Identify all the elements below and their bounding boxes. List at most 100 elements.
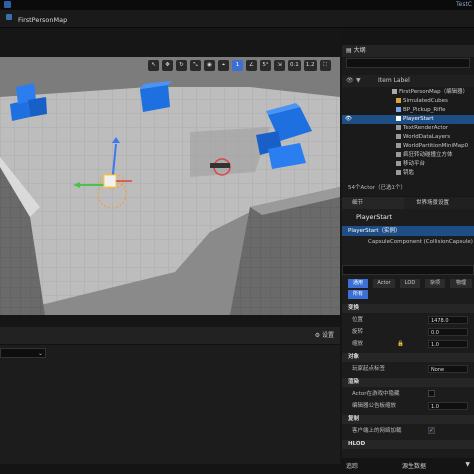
level-icon: [392, 89, 397, 94]
scale-icon[interactable]: ⤡: [190, 60, 201, 71]
bottom-settings-button[interactable]: ⚙ 设置: [315, 327, 334, 345]
row-label: TextRenderActor: [403, 125, 449, 131]
outliner-row-minimap[interactable]: WorldPartitionMiniMap0: [342, 142, 474, 151]
section-hlod[interactable]: HLOD: [342, 440, 474, 449]
scale-x-field[interactable]: 1.0: [428, 340, 468, 348]
title-bar: TestC: [0, 0, 474, 10]
bottom-panel-header: ⚙ 设置: [0, 327, 340, 345]
bottom-panel: [0, 327, 340, 474]
outliner-search-input[interactable]: [346, 58, 470, 68]
filter-lod[interactable]: LOD: [400, 279, 420, 288]
row-label: 钥匙: [403, 170, 415, 176]
filter-misc[interactable]: 杂项: [425, 279, 445, 288]
prop-label: 玩家起点标签: [352, 366, 386, 372]
section-replication[interactable]: 复制: [342, 415, 474, 424]
select-mode-icon[interactable]: ↖: [148, 60, 159, 71]
section-transform[interactable]: 变换: [342, 304, 474, 313]
status-bar: 追踪 源生数据 ▼: [342, 458, 474, 474]
actor-icon: [396, 116, 401, 121]
filter-general[interactable]: 通用: [348, 279, 368, 288]
component-capsule[interactable]: CapsuleComponent (CollisionCapsule): [342, 237, 474, 247]
bottom-dropdown[interactable]: ⌄: [0, 348, 46, 358]
sort-arrow-icon[interactable]: ▼: [356, 75, 361, 87]
visibility-column-icon[interactable]: 👁: [346, 75, 354, 87]
row-label: PlayerStart: [403, 116, 434, 122]
lock-icon[interactable]: 🔒: [397, 339, 404, 349]
actor-icon: [396, 161, 401, 166]
scale-snap-value[interactable]: 0.1: [288, 60, 301, 71]
world-space-icon[interactable]: ◉: [204, 60, 215, 71]
row-label: SimulatedCubes: [403, 98, 448, 104]
prop-billboard-scale: 编辑器公告板缩放 1.0: [342, 401, 474, 411]
row-label: BP_Pickup_Rifle: [403, 107, 446, 113]
section-rendering[interactable]: 渲染: [342, 378, 474, 387]
level-tab-bar: FirstPersonMap: [0, 10, 474, 28]
status-dropdown[interactable]: ▼: [465, 461, 470, 468]
surface-snap-icon[interactable]: ⌖: [218, 60, 229, 71]
project-name: TestC: [455, 1, 472, 8]
actor-icon: [396, 134, 401, 139]
location-x-field[interactable]: 1478.0: [428, 316, 468, 324]
section-object[interactable]: 对象: [342, 353, 474, 362]
filter-all[interactable]: 所有: [348, 290, 368, 299]
outliner-icon: ▤: [346, 47, 354, 54]
outliner-row-rotating-cube[interactable]: 疯狂转动碰撞立方体: [342, 151, 474, 160]
outliner-actor-count: 54个Actor（已选1个）: [348, 185, 406, 191]
row-label: WorldDataLayers: [403, 134, 451, 140]
component-root[interactable]: PlayerStart（实例）: [342, 226, 474, 236]
player-start-tag-field[interactable]: None: [428, 365, 468, 373]
grid-snap-toggle[interactable]: 1: [232, 60, 243, 71]
outliner-row-simulatedcubes[interactable]: SimulatedCubes: [342, 97, 474, 106]
actor-icon: [396, 107, 401, 112]
chevron-down-icon: ⌄: [37, 350, 43, 357]
actor-icon: [396, 125, 401, 130]
tab-details[interactable]: 细节: [342, 197, 404, 209]
net-load-checkbox[interactable]: ✓: [428, 427, 435, 434]
filter-actor[interactable]: Actor: [373, 279, 395, 288]
outliner-row-key[interactable]: 钥匙: [342, 169, 474, 178]
settings-label: 设置: [321, 332, 334, 339]
prop-scale: 缩放 🔒 1.0: [342, 339, 474, 349]
prop-label: 编辑器公告板缩放: [352, 403, 397, 409]
outliner-row-moving-platform[interactable]: 移动平台: [342, 160, 474, 169]
prop-location: 位置 1478.0: [342, 315, 474, 325]
scale-snap-icon[interactable]: ⇲: [274, 60, 285, 71]
add-data-button[interactable]: 源生数据: [402, 461, 426, 470]
column-item-label[interactable]: Item Label: [378, 75, 410, 87]
filter-physics[interactable]: 物理: [450, 279, 472, 288]
outliner-row-playerstart[interactable]: 👁 PlayerStart: [342, 115, 474, 124]
actor-icon: [396, 170, 401, 175]
rotate-icon[interactable]: ↻: [176, 60, 187, 71]
row-label: FirstPersonMap（编辑器）: [399, 89, 469, 95]
outliner-title: ▤ 大纲: [342, 45, 474, 57]
level-icon: [6, 14, 12, 20]
outliner-row-level[interactable]: FirstPersonMap（编辑器）: [342, 88, 474, 97]
prop-net-load: 客户端上的网络加载 ✓: [342, 426, 474, 436]
camera-speed-value[interactable]: 1.2: [303, 60, 317, 71]
maximize-viewport-icon[interactable]: ⛶: [319, 60, 331, 71]
billboard-scale-field[interactable]: 1.0: [428, 402, 468, 410]
tab-world-settings[interactable]: 世界场景设置: [406, 197, 474, 209]
details-search-input[interactable]: [342, 265, 474, 275]
folder-icon: [396, 98, 401, 103]
translate-icon[interactable]: ✥: [162, 60, 173, 71]
outliner-row-pickup-rifle[interactable]: BP_Pickup_Rifle: [342, 106, 474, 115]
outliner-row-textrender[interactable]: TextRenderActor: [342, 124, 474, 133]
tab-firstpersonmap[interactable]: FirstPersonMap: [14, 13, 75, 27]
outliner-title-text: 大纲: [353, 47, 366, 54]
rotation-snap-value[interactable]: 5°: [260, 60, 271, 71]
prop-label: Actor在游戏中隐藏: [352, 391, 400, 397]
rotation-snap-icon[interactable]: ∠: [246, 60, 257, 71]
level-viewport[interactable]: [0, 57, 340, 315]
row-label: 移动平台: [403, 161, 426, 167]
outliner-row-worlddatalayers[interactable]: WorldDataLayers: [342, 133, 474, 142]
row-label: WorldPartitionMiniMap0: [403, 143, 469, 149]
outliner-column-header: 👁 ▼ Item Label: [342, 75, 474, 87]
actor-hidden-checkbox[interactable]: [428, 390, 435, 397]
track-button[interactable]: 追踪: [346, 461, 358, 470]
bottom-status-strip: [0, 464, 340, 474]
rotation-x-field[interactable]: 0.0: [428, 328, 468, 336]
prop-label: 客户端上的网络加载: [352, 428, 402, 434]
visibility-eye-icon[interactable]: 👁: [345, 115, 352, 124]
details-actor-name[interactable]: PlayerStart: [342, 211, 474, 223]
